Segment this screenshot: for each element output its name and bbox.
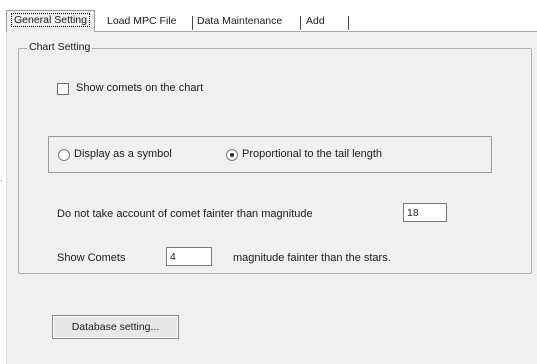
faint-limit-label: Do not take account of comet fainter tha… <box>57 208 313 220</box>
chart-setting-title: Chart Setting <box>27 41 93 53</box>
show-comets-offset-label: Show Comets <box>57 252 126 264</box>
radio-display-as-symbol[interactable] <box>58 149 70 161</box>
tab-page-general-setting: Chart Setting Show comets on the chart D… <box>6 31 537 364</box>
display-as-symbol-label[interactable]: Display as a symbol <box>74 148 172 160</box>
tab-strip: General Setting Load MPC File Data Maint… <box>6 10 536 32</box>
tab-load-mpc-file[interactable]: Load MPC File <box>103 13 180 30</box>
radio-proportional-tail[interactable] <box>226 149 238 161</box>
tab-add[interactable]: Add <box>302 13 329 30</box>
tab-add-label: Add <box>306 15 325 27</box>
tab-general-setting[interactable]: General Setting <box>6 10 95 32</box>
tab-general-setting-label: General Setting <box>11 13 90 27</box>
magnitude-fainter-label: magnitude fainter than the stars. <box>233 252 391 264</box>
edge-marker: · <box>0 176 3 185</box>
tab-separator <box>300 16 301 30</box>
tab-separator <box>348 16 349 30</box>
faint-limit-input[interactable]: 18 <box>403 203 447 222</box>
tab-load-mpc-file-label: Load MPC File <box>107 15 177 27</box>
show-comets-checkbox[interactable] <box>57 83 69 95</box>
database-setting-button[interactable]: Database setting... <box>52 315 179 339</box>
magnitude-offset-input[interactable]: 4 <box>166 247 212 266</box>
display-mode-box: Display as a symbol Proportional to the … <box>48 136 492 173</box>
tab-data-maintenance-label: Data Maintenance <box>197 15 283 27</box>
radio-selected-dot <box>230 153 234 157</box>
chart-setting-group: Chart Setting Show comets on the chart D… <box>18 41 532 274</box>
proportional-tail-label[interactable]: Proportional to the tail length <box>242 148 382 160</box>
show-comets-label[interactable]: Show comets on the chart <box>76 82 203 94</box>
tab-data-maintenance[interactable]: Data Maintenance <box>193 13 286 30</box>
